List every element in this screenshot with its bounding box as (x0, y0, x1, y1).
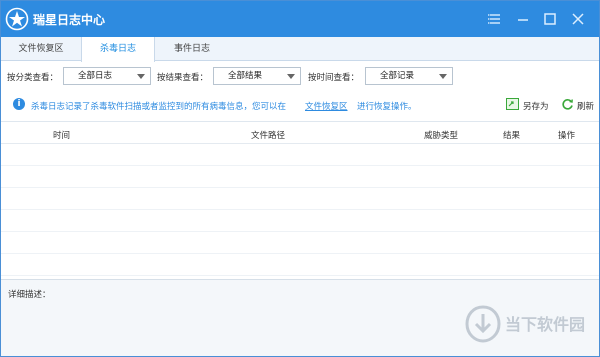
watermark-logo-icon (465, 305, 501, 343)
column-header-file-path[interactable]: 文件路径 (251, 129, 285, 141)
info-text: 杀毒日志记录了杀毒软件扫描或者监控到的所有病毒信息，您可以在 (31, 102, 287, 112)
watermark: 当下软件园 (465, 303, 591, 347)
chevron-down-icon (287, 74, 295, 79)
info-icon: i (13, 98, 25, 110)
column-header-threat-type[interactable]: 威胁类型 (424, 129, 458, 141)
tab-antivirus-log[interactable]: 杀毒日志 (81, 37, 155, 62)
table-row (1, 166, 599, 188)
table-row (1, 144, 599, 166)
log-center-window: 瑞星日志中心 文件恢复区 杀毒日志 事件日志 按分类查看： 全部日志 按结果查看… (0, 0, 600, 357)
table-row (1, 254, 599, 276)
table-row (1, 210, 599, 232)
info-text-tail: 进行恢复操作。 (357, 102, 417, 112)
column-header-result[interactable]: 结果 (503, 129, 520, 141)
column-header-time[interactable]: 时间 (53, 129, 70, 141)
filter-bar: 按分类查看： 全部日志 按结果查看： 全部结果 按时间查看： 全部记录 (1, 62, 599, 91)
close-icon[interactable] (568, 9, 588, 29)
result-filter-label: 按结果查看： (157, 73, 209, 83)
time-filter-select[interactable]: 全部记录 (365, 67, 453, 85)
menu-icon[interactable] (485, 9, 505, 29)
tab-file-recovery[interactable]: 文件恢复区 (1, 37, 81, 61)
info-bar: i 杀毒日志记录了杀毒软件扫描或者监控到的所有病毒信息，您可以在 文件恢复区 进… (1, 93, 599, 117)
chevron-down-icon (439, 74, 447, 79)
save-as-label: 另存为 (523, 102, 549, 112)
app-title: 瑞星日志中心 (33, 13, 106, 27)
maximize-icon[interactable] (540, 9, 560, 29)
column-header-action[interactable]: 操作 (558, 129, 575, 141)
minimize-icon[interactable] (513, 9, 533, 29)
tab-event-log[interactable]: 事件日志 (155, 37, 229, 61)
time-filter-label: 按时间查看： (308, 73, 360, 83)
refresh-label: 刷新 (577, 102, 595, 112)
log-table: 时间 文件路径 威胁类型 结果 操作 (1, 121, 599, 277)
export-icon (506, 98, 519, 110)
table-header: 时间 文件路径 威胁类型 结果 操作 (1, 122, 599, 144)
file-recovery-link[interactable]: 文件恢复区 (305, 100, 348, 112)
time-filter-value: 全部记录 (380, 71, 415, 81)
detail-label: 详细描述： (8, 290, 51, 300)
table-row (1, 188, 599, 210)
category-filter-select[interactable]: 全部日志 (63, 67, 151, 85)
result-filter-select[interactable]: 全部结果 (213, 67, 301, 85)
chevron-down-icon (137, 74, 145, 79)
table-row (1, 232, 599, 254)
category-filter-label: 按分类查看： (7, 73, 59, 83)
category-filter-value: 全部日志 (78, 71, 113, 81)
refresh-icon (562, 99, 573, 110)
title-bar[interactable]: 瑞星日志中心 (1, 1, 599, 37)
result-filter-value: 全部结果 (228, 71, 263, 81)
rising-logo-icon (5, 7, 29, 31)
watermark-text: 当下软件园 (505, 315, 586, 334)
tab-bar: 文件恢复区 杀毒日志 事件日志 (1, 37, 599, 62)
